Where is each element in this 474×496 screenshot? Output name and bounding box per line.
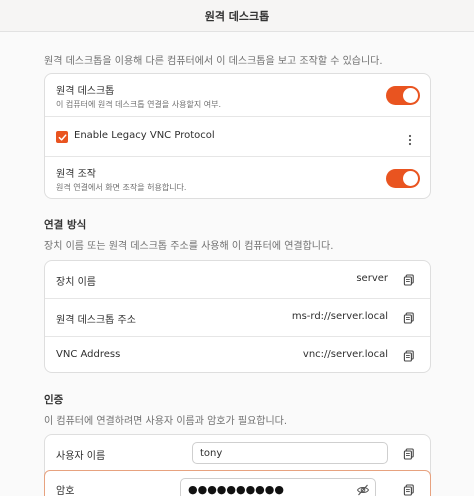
copy-icon[interactable] [402, 311, 416, 325]
vnc-address-value: vnc://server.local [302, 349, 388, 360]
remote-control-switch[interactable] [386, 169, 420, 188]
device-name-row: 장치 이름 server [45, 261, 430, 298]
switch-knob [403, 88, 418, 103]
window-titlebar: 원격 데스크톱 [0, 0, 474, 32]
legacy-vnc-checkbox[interactable] [56, 131, 68, 143]
copy-icon[interactable] [402, 483, 416, 496]
username-row: 사용자 이름 tony [45, 435, 430, 472]
device-name-label: 장치 이름 [56, 277, 96, 288]
copy-icon[interactable] [402, 447, 416, 461]
legacy-vnc-row[interactable]: Enable Legacy VNC Protocol [45, 116, 430, 156]
connection-description: 장치 이름 또는 원격 데스크톱 주소를 사용해 이 컴퓨터에 연결합니다. [44, 241, 334, 252]
password-value: ●●●●●●●●●● [188, 482, 284, 496]
rdp-address-label: 원격 데스크톱 주소 [56, 315, 136, 326]
auth-description: 이 컴퓨터에 연결하려면 사용자 이름과 암호가 필요합니다. [44, 416, 288, 427]
kebab-menu-icon[interactable] [408, 131, 412, 146]
remote-control-subtitle: 원격 연결에서 화면 조작을 허용합니다. [56, 183, 187, 192]
legacy-vnc-label: Enable Legacy VNC Protocol [74, 130, 215, 141]
copy-icon[interactable] [402, 349, 416, 363]
remote-desktop-title: 원격 데스크톱 [56, 86, 115, 97]
vnc-address-label: VNC Address [56, 349, 121, 360]
remote-control-title: 원격 조작 [56, 169, 96, 180]
rdp-address-value: ms-rd://server.local [291, 311, 388, 322]
username-field[interactable]: tony [192, 442, 388, 464]
sharing-card: 원격 데스크톱 이 컴퓨터에 원격 데스크톱 연결을 사용할지 여부. Enab… [44, 73, 431, 199]
device-name-value: server [356, 273, 388, 284]
auth-heading: 인증 [44, 394, 64, 406]
checkmark-icon [58, 133, 66, 141]
password-label: 암호 [56, 486, 75, 496]
username-label: 사용자 이름 [56, 451, 106, 462]
copy-icon[interactable] [402, 273, 416, 287]
remote-desktop-subtitle: 이 컴퓨터에 원격 데스크톱 연결을 사용할지 여부. [56, 100, 221, 109]
window-title: 원격 데스크톱 [204, 9, 270, 23]
rdp-address-row: 원격 데스크톱 주소 ms-rd://server.local [45, 298, 430, 336]
intro-description: 원격 데스크톱을 이용해 다른 컴퓨터에서 이 데스크톱을 보고 조작할 수 있… [44, 56, 383, 67]
username-value: tony [200, 447, 223, 459]
switch-knob [403, 171, 418, 186]
connection-heading: 연결 방식 [44, 219, 87, 231]
password-row: 암호 ●●●●●●●●●● [44, 470, 431, 496]
eye-hidden-icon[interactable] [356, 483, 370, 496]
remote-control-row[interactable]: 원격 조작 원격 연결에서 화면 조작을 허용합니다. [45, 156, 430, 198]
remote-desktop-switch[interactable] [386, 86, 420, 105]
settings-content: 원격 데스크톱을 이용해 다른 컴퓨터에서 이 데스크톱을 보고 조작할 수 있… [0, 33, 474, 496]
password-field[interactable]: ●●●●●●●●●● [180, 478, 376, 496]
connection-card: 장치 이름 server 원격 데스크톱 주소 ms-rd://server.l… [44, 260, 431, 373]
remote-desktop-row[interactable]: 원격 데스크톱 이 컴퓨터에 원격 데스크톱 연결을 사용할지 여부. [45, 74, 430, 116]
vnc-address-row: VNC Address vnc://server.local [45, 336, 430, 372]
